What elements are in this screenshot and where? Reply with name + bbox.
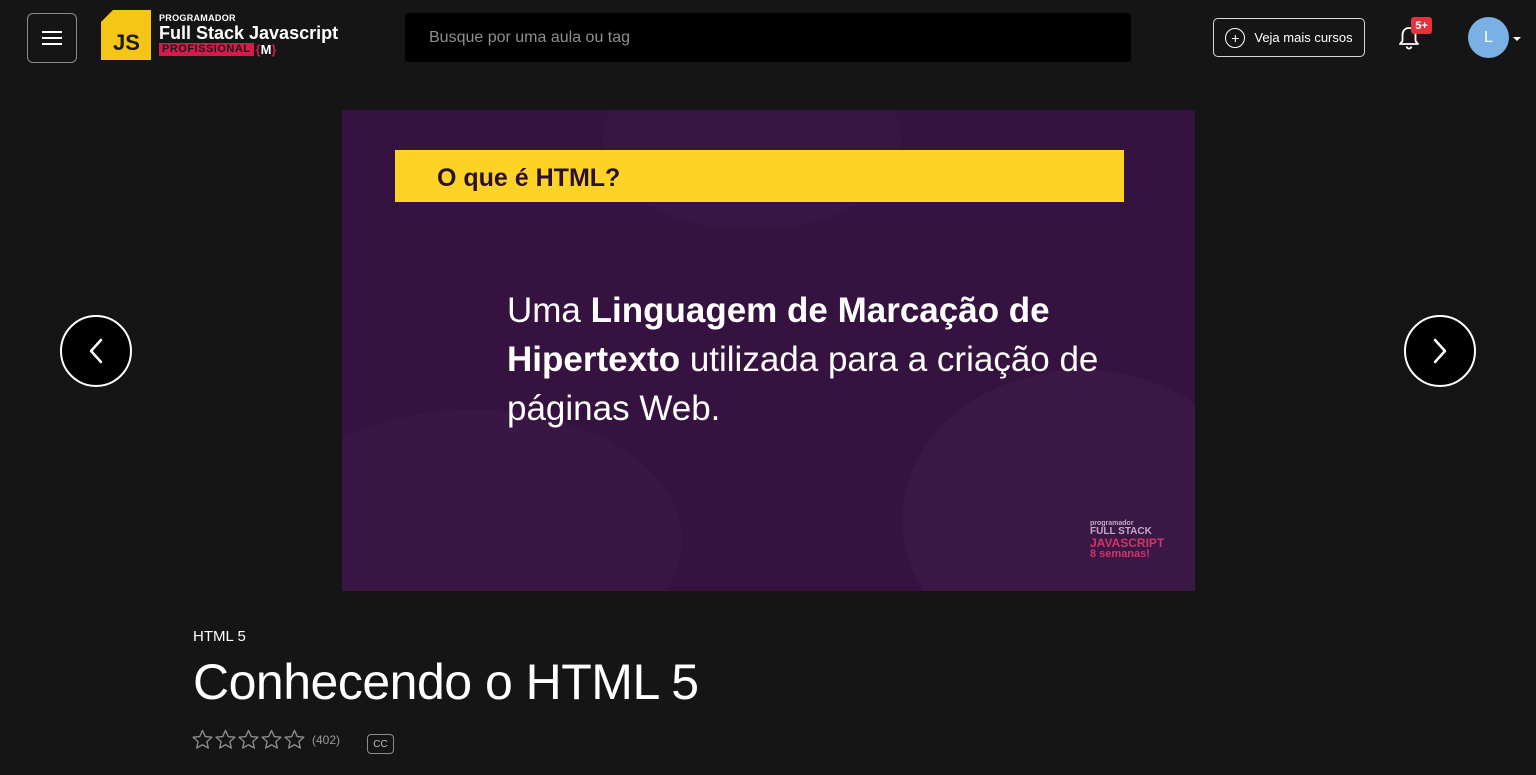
next-lesson-button[interactable] <box>1404 315 1476 387</box>
chevron-down-icon[interactable] <box>1513 37 1521 41</box>
logo-small-text: PROGRAMADOR <box>159 13 236 23</box>
search-input[interactable] <box>405 13 1131 62</box>
menu-button[interactable] <box>27 13 77 63</box>
star-icon[interactable] <box>214 729 237 750</box>
brand-logo[interactable]: JS PROGRAMADOR Full Stack Javascript PRO… <box>101 10 338 60</box>
top-bar: JS PROGRAMADOR Full Stack Javascript PRO… <box>0 0 1536 76</box>
slide-banner-text: O que é HTML? <box>437 164 621 192</box>
star-icon[interactable] <box>283 729 306 750</box>
rating: (402) <box>191 729 340 750</box>
logo-tag: PROFISSIONAL <box>159 43 254 56</box>
avatar[interactable]: L <box>1468 17 1509 58</box>
logo-title: Full Stack Javascript <box>159 23 339 43</box>
hamburger-icon <box>42 31 62 45</box>
slide-watermark-logo: programador FULL STACK JAVASCRIPT 8 sema… <box>1090 520 1165 560</box>
closed-captions-button[interactable]: CC <box>367 734 394 754</box>
slide-banner: O que é HTML? <box>395 150 1124 202</box>
lesson-title: Conhecendo o HTML 5 <box>193 654 699 710</box>
previous-lesson-button[interactable] <box>60 315 132 387</box>
rating-count: (402) <box>312 732 341 747</box>
chevron-right-icon <box>1433 338 1447 364</box>
star-icon[interactable] <box>260 729 283 750</box>
course-name[interactable]: HTML 5 <box>193 628 246 645</box>
logo-brace: {M} <box>255 42 277 57</box>
star-icon[interactable] <box>237 729 260 750</box>
js-logo-icon: JS <box>101 10 151 60</box>
notification-badge: 5+ <box>1411 17 1432 34</box>
video-player[interactable]: O que é HTML? Uma Linguagem de Marcação … <box>342 110 1195 591</box>
logo-badge: JS <box>113 30 140 55</box>
plus-circle-icon: + <box>1225 27 1246 48</box>
chevron-left-icon <box>89 338 103 364</box>
star-icon[interactable] <box>191 729 214 750</box>
more-courses-button[interactable]: + Veja mais cursos <box>1213 18 1365 57</box>
slide-text: Uma Linguagem de Marcação de Hipertexto … <box>507 291 1099 428</box>
more-courses-label: Veja mais cursos <box>1254 30 1353 45</box>
